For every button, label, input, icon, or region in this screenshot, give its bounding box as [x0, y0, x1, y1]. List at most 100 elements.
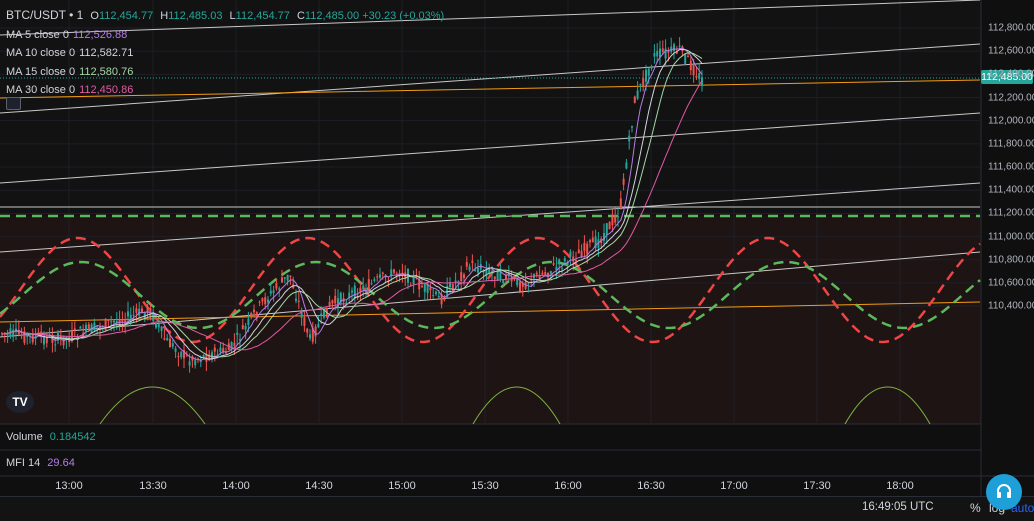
- candle-body: [177, 356, 180, 358]
- price-tick-label: 112,200.00: [988, 92, 1034, 103]
- time-tick-label: 14:00: [222, 480, 250, 492]
- candle-body: [614, 215, 617, 223]
- ma-value: 112,450.86: [79, 84, 134, 96]
- candle-body: [244, 325, 247, 330]
- candle-body: [258, 301, 261, 303]
- candle-body: [463, 274, 465, 279]
- candle-body: [412, 277, 415, 285]
- ma-row[interactable]: MA 5 close 0 112,526.88: [6, 26, 444, 45]
- candle-body: [407, 269, 409, 283]
- candle-body: [577, 249, 580, 254]
- candle-body: [471, 260, 474, 263]
- candle-body: [653, 53, 656, 57]
- open-label: O: [90, 10, 99, 22]
- candle-body: [370, 283, 373, 285]
- candle-body: [166, 337, 169, 341]
- candle-body: [563, 258, 566, 262]
- candle-body: [12, 329, 15, 337]
- candle-body: [645, 69, 647, 82]
- headset-icon[interactable]: [986, 474, 1022, 510]
- time-tick-label: 16:30: [637, 480, 665, 492]
- candle-body: [314, 326, 317, 337]
- candle-body: [45, 337, 48, 344]
- candle-body: [129, 314, 132, 319]
- candle-body: [625, 162, 628, 169]
- ma-row[interactable]: MA 10 close 0 112,582.71: [6, 44, 444, 63]
- candle-body: [628, 135, 631, 142]
- candle-body: [37, 332, 40, 334]
- candle-body: [678, 45, 681, 47]
- price-tick-label: 110,800.00: [988, 254, 1034, 266]
- legend: BTC/USDT • 1 O112,454.77 H112,485.03 L11…: [6, 6, 444, 100]
- price-tick-label: 111,000.00: [988, 231, 1034, 243]
- candle-body: [454, 280, 457, 282]
- candle-body: [437, 295, 440, 298]
- candle-body: [493, 276, 496, 280]
- price-tick-label: 111,200.00: [988, 207, 1034, 219]
- candle-body: [174, 348, 177, 352]
- candle-body: [180, 351, 183, 358]
- tradingview-logo-icon[interactable]: TV: [6, 391, 34, 413]
- ma-label: MA 15 close 0: [6, 65, 76, 78]
- ma-value: 112,582.71: [79, 47, 134, 59]
- candle-body: [667, 50, 670, 53]
- ma-value: 112,526.88: [72, 28, 128, 41]
- candle-body: [460, 272, 463, 282]
- high-value: 112,485.03: [168, 10, 223, 22]
- time-tick-label: 16:00: [554, 480, 582, 492]
- candle-body: [698, 73, 701, 79]
- candle-body: [306, 328, 309, 333]
- candle-body: [673, 44, 675, 51]
- ma-row[interactable]: MA 30 close 0 112,450.86: [6, 81, 444, 100]
- collapse-legend-icon[interactable]: [6, 97, 21, 110]
- candle-body: [286, 274, 289, 281]
- candle-body: [395, 273, 398, 275]
- price-tick-label: 111,600.00: [988, 161, 1034, 173]
- candle-body: [303, 317, 306, 326]
- candle-body: [219, 347, 222, 352]
- chart-area[interactable]: BTC/USDT • 1 O112,454.77 H112,485.03 L11…: [0, 0, 1034, 521]
- candle-body: [421, 286, 423, 288]
- utc-clock[interactable]: 16:49:05 UTC: [862, 501, 934, 513]
- volume-value: 0.184542: [49, 431, 96, 443]
- candle-body: [15, 328, 17, 331]
- candle-body: [636, 90, 639, 99]
- percent-toggle[interactable]: %: [970, 501, 981, 515]
- symbol-label[interactable]: BTC/USDT • 1: [6, 8, 83, 22]
- candle-body: [367, 279, 370, 290]
- candle-body: [213, 347, 216, 352]
- candle-body: [647, 68, 650, 76]
- candle-body: [29, 334, 31, 336]
- candle-body: [278, 288, 281, 290]
- time-tick-label: 14:30: [305, 480, 333, 492]
- candle-body: [695, 75, 698, 78]
- candle-body: [605, 223, 608, 235]
- candle-body: [79, 326, 82, 329]
- candle-body: [381, 272, 384, 274]
- price-tick-label: 110,600.00: [988, 277, 1034, 289]
- candle-body: [309, 334, 311, 339]
- candle-body: [561, 268, 563, 270]
- candle-body: [639, 83, 642, 85]
- ma-label: MA 10 close 0: [6, 47, 76, 59]
- candle-body: [474, 270, 477, 272]
- close-value: 112,485.00: [304, 10, 360, 22]
- candle-body: [549, 271, 552, 275]
- candle-body: [661, 48, 664, 52]
- candle-body: [558, 259, 561, 265]
- candle-body: [535, 272, 538, 275]
- candle-body: [295, 298, 297, 302]
- candle-body: [281, 277, 283, 283]
- candle-body: [544, 272, 547, 275]
- candle-body: [160, 326, 163, 331]
- candle-body: [85, 325, 87, 332]
- time-tick-label: 15:30: [471, 480, 499, 492]
- candle-body: [435, 291, 437, 295]
- candle-body: [143, 311, 146, 319]
- low-value: 112,454.77: [235, 10, 290, 22]
- candle-body: [54, 344, 57, 346]
- candle-body: [353, 285, 356, 299]
- candle-body: [267, 299, 269, 303]
- candle-body: [155, 322, 157, 328]
- ma-row[interactable]: MA 15 close 0 112,580.76: [6, 63, 444, 82]
